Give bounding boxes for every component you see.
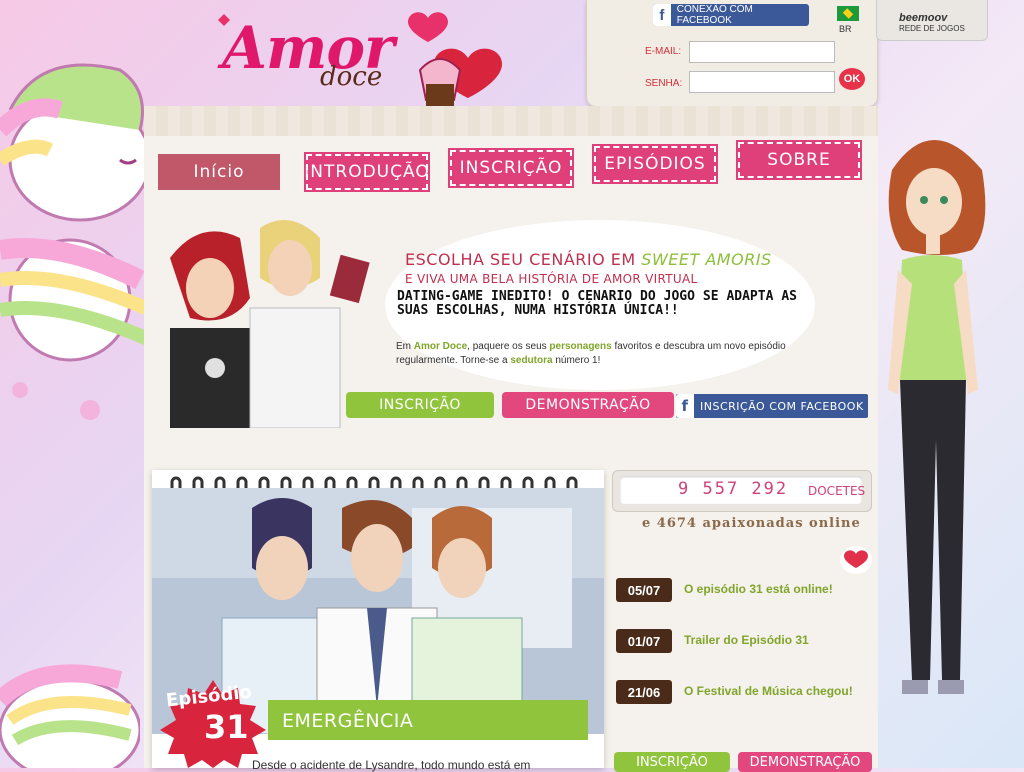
episode-title: EMERGÊNCIA xyxy=(282,710,414,732)
language-label: BR xyxy=(839,24,852,34)
news-date: 21/06 xyxy=(616,680,672,704)
logo-doce: doce xyxy=(320,62,383,92)
panel-header-strip xyxy=(144,106,878,136)
password-label: SENHA: xyxy=(645,78,683,89)
unicorn-illustration xyxy=(0,63,153,420)
docetes-unit: DOCETES xyxy=(808,484,866,498)
news-link[interactable]: Trailer do Episódio 31 xyxy=(684,633,809,647)
nav-tab-inscricao[interactable]: INSCRIÇÃO xyxy=(450,150,572,186)
facebook-icon: f xyxy=(676,394,694,418)
news-item[interactable]: 05/07 O episódio 31 está online! xyxy=(616,578,876,602)
hero-facebook-signup-button[interactable]: f INSCRIÇÃO COM FACEBOOK xyxy=(676,394,868,418)
brazil-flag-icon[interactable] xyxy=(837,6,859,21)
facebook-connect-button[interactable]: f CONEXÃO COM FACEBOOK xyxy=(653,4,809,26)
news-item[interactable]: 21/06 O Festival de Música chegou! xyxy=(616,680,876,704)
news-item[interactable]: 01/07 Trailer do Episódio 31 xyxy=(616,629,876,653)
hero-headline: DATING-GAME INEDITO! O CENARIO DO JOGO S… xyxy=(397,289,797,318)
beemoov-subtitle: REDE DE JOGOS xyxy=(899,24,965,33)
news-link[interactable]: O episódio 31 está online! xyxy=(684,582,833,596)
heart-icon xyxy=(840,546,872,574)
login-ok-button[interactable]: OK xyxy=(839,68,865,90)
hero-signup-button[interactable]: INSCRIÇÃO xyxy=(346,392,494,418)
login-box: f CONEXÃO COM FACEBOOK BR E-MAIL: SENHA:… xyxy=(586,0,878,107)
online-count: e 4674 apaixonadas online xyxy=(642,516,861,531)
beemoov-logo: beemoov xyxy=(899,12,948,24)
nav-tab-episodios[interactable]: EPISÓDIOS xyxy=(594,146,716,182)
news-date: 05/07 xyxy=(616,578,672,602)
password-field[interactable] xyxy=(689,71,835,93)
character-girl-illustration xyxy=(888,140,986,694)
beemoov-network[interactable]: beemoov REDE DE JOGOS xyxy=(876,0,988,41)
docetes-count: 9 557 292 xyxy=(678,479,789,499)
email-field[interactable] xyxy=(689,41,835,63)
hero-title: ESCOLHA SEU CENÁRIO EM SWEET AMORIS xyxy=(405,250,772,269)
hero-demo-button[interactable]: DEMONSTRAÇÃO xyxy=(502,392,674,418)
nav-tab-inicio[interactable]: Início xyxy=(160,156,278,188)
bottom-signup-button[interactable]: INSCRIÇÃO xyxy=(614,752,730,772)
facebook-icon: f xyxy=(653,4,671,26)
email-label: E-MAIL: xyxy=(645,46,682,57)
news-link[interactable]: O Festival de Música chegou! xyxy=(684,684,853,698)
hero-facebook-signup-label: INSCRIÇÃO COM FACEBOOK xyxy=(700,399,864,413)
bottom-demo-button[interactable]: DEMONSTRAÇÃO xyxy=(738,752,872,772)
hero-description: Em Amor Doce, paquere os seus personagen… xyxy=(396,341,786,366)
facebook-connect-label: CONEXÃO COM FACEBOOK xyxy=(676,4,753,26)
episode-number: 31 xyxy=(204,708,249,746)
hero-subtitle: E VIVA UMA BELA HISTÓRIA DE AMOR VIRTUAL xyxy=(405,272,698,286)
news-date: 01/07 xyxy=(616,629,672,653)
episode-description: Desde o acidente de Lysandre, todo mundo… xyxy=(252,758,531,772)
nav-tab-introducao[interactable]: INTRODUÇÃO xyxy=(304,154,429,190)
nav-tab-sobre[interactable]: SOBRE xyxy=(738,142,860,178)
unicorn-illustration-bottom xyxy=(0,664,140,768)
